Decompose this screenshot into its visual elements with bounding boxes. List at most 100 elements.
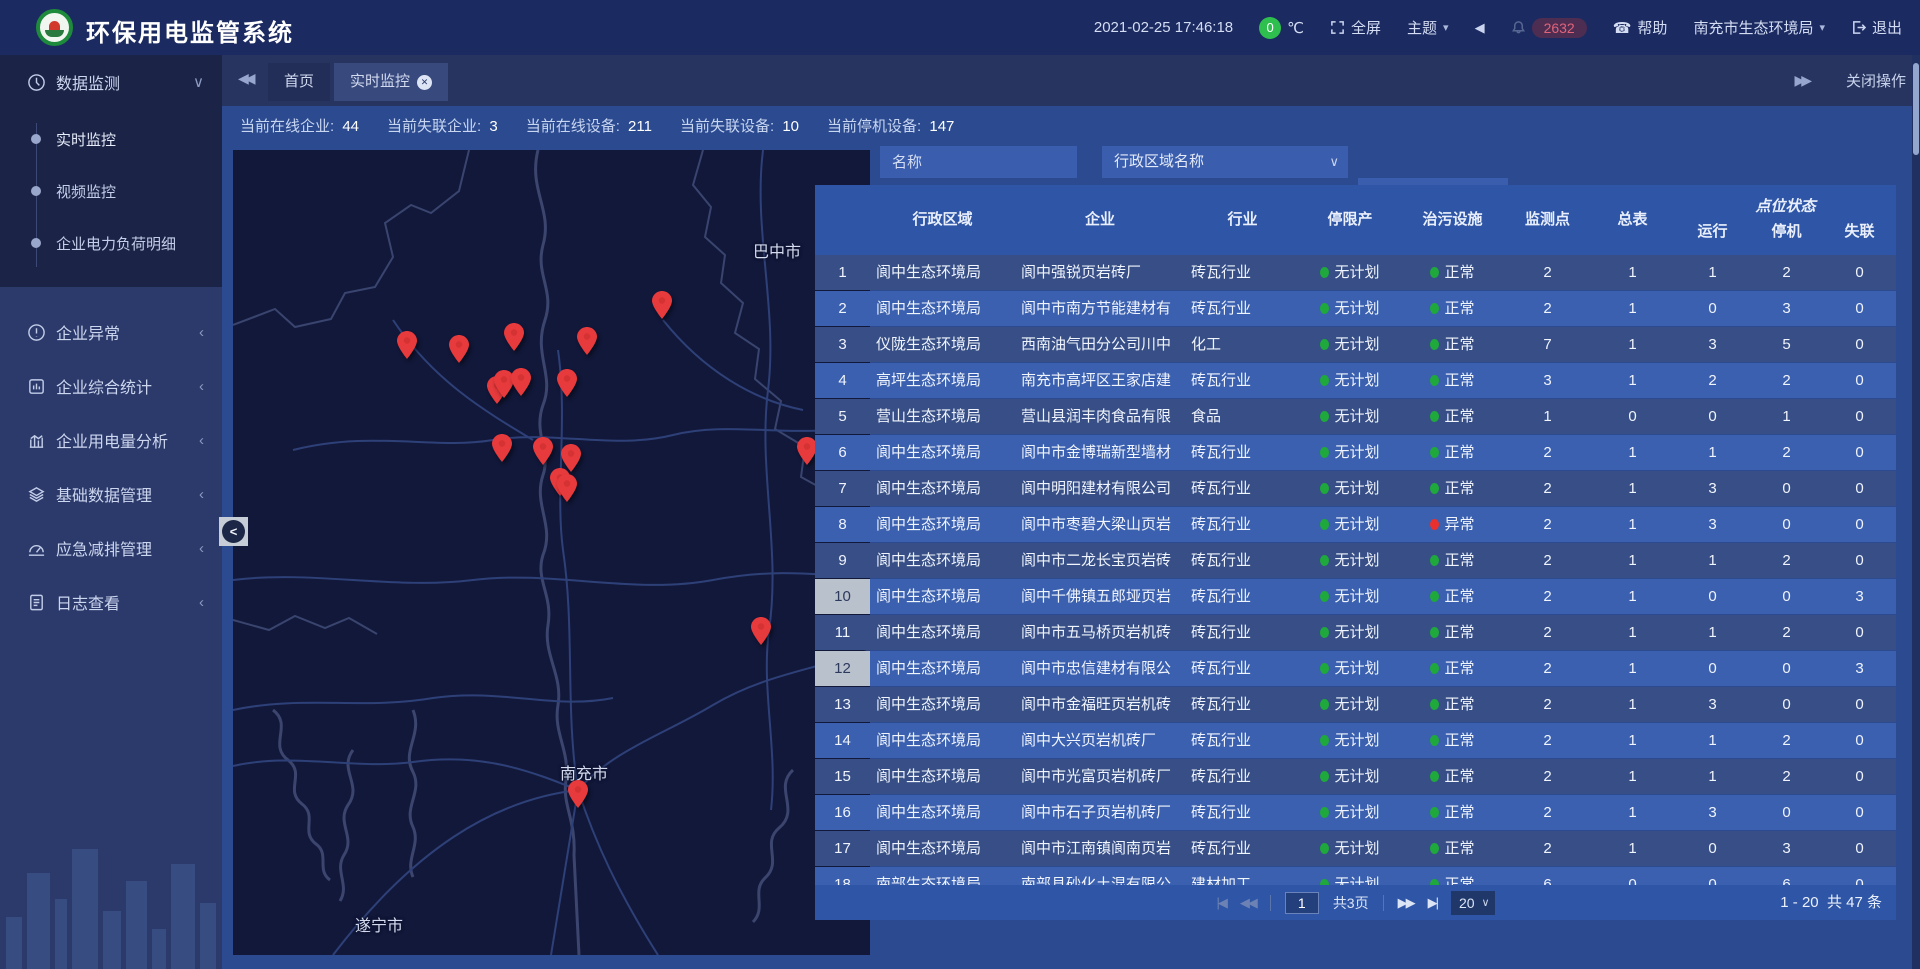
chevron-left-icon: ‹ — [199, 432, 204, 449]
logout-button[interactable]: 退出 — [1851, 17, 1902, 38]
cell-company: 营山县润丰肉食品有限 — [1015, 399, 1185, 434]
map-pin[interactable] — [797, 437, 817, 465]
scrollbar-thumb[interactable] — [1913, 63, 1919, 155]
name-search-input[interactable] — [880, 146, 1077, 178]
tab-realtime-monitor[interactable]: 实时监控 ✕ — [334, 63, 448, 101]
map-panel[interactable]: 巴中市南充市遂宁市 — [233, 150, 870, 955]
sidebar-item-emergency-reduce[interactable]: 应急减排管理 ‹ — [0, 521, 222, 575]
table-row[interactable]: 16阆中生态环境局阆中市石子页岩机砖厂砖瓦行业无计划正常21300 — [815, 795, 1896, 830]
close-operations-button[interactable]: 关闭操作 — [1846, 70, 1906, 91]
map-pin[interactable] — [397, 331, 417, 359]
region-select[interactable]: 行政区域名称∨ — [1102, 146, 1348, 178]
table-row[interactable]: 5营山生态环境局营山县润丰肉食品有限食品无计划正常10010 — [815, 399, 1896, 434]
table-row[interactable]: 9阆中生态环境局阆中市二龙长宝页岩砖砖瓦行业无计划正常21120 — [815, 543, 1896, 578]
tabs-scroll-right-icon[interactable]: ▶▶ — [1794, 72, 1808, 89]
first-page-button[interactable]: |◀ — [1216, 895, 1225, 911]
cell-run: 3 — [1675, 687, 1750, 722]
logout-icon — [1851, 20, 1866, 35]
map-collapse-button[interactable]: < — [219, 517, 248, 546]
status-dot-green — [1320, 375, 1329, 386]
cell-industry: 砖瓦行业 — [1185, 543, 1300, 578]
speaker-button[interactable]: ◀ — [1475, 20, 1485, 36]
cell-company: 阆中市石子页岩机砖厂 — [1015, 795, 1185, 830]
status-dot-green — [1430, 303, 1439, 314]
cell-lost: 0 — [1823, 435, 1896, 470]
cell-facility-status: 正常 — [1400, 795, 1505, 830]
map-pin[interactable] — [751, 617, 771, 645]
sidebar-item-video-monitor[interactable]: 视频监控 — [0, 165, 222, 217]
prev-page-button[interactable]: ◀◀ — [1240, 895, 1256, 911]
help-button[interactable]: ☎ 帮助 — [1613, 17, 1668, 38]
table-row[interactable]: 12阆中生态环境局阆中市忠信建材有限公砖瓦行业无计划正常21003 — [815, 651, 1896, 686]
fullscreen-button[interactable]: 全屏 — [1330, 17, 1381, 38]
cell-lost: 0 — [1823, 615, 1896, 650]
cell-limit-status: 无计划 — [1300, 471, 1400, 506]
table-panel: 行政区域 企业 行业 停限产 治污设施 监测点 总表 点位状态 运行 停机 失联… — [815, 185, 1896, 920]
cell-facility-status: 正常 — [1400, 471, 1505, 506]
page-number-input[interactable] — [1285, 892, 1319, 914]
table-row[interactable]: 1阆中生态环境局阆中强锐页岩砖厂砖瓦行业无计划正常21120 — [815, 255, 1896, 290]
tab-bar: ◀◀ 首页 实时监控 ✕ ▶▶ 关闭操作 — [222, 55, 1920, 106]
map-pin[interactable] — [568, 780, 588, 808]
theme-button[interactable]: 主题▾ — [1407, 17, 1449, 38]
table-row[interactable]: 11阆中生态环境局阆中市五马桥页岩机砖砖瓦行业无计划正常21120 — [815, 615, 1896, 650]
map-pin[interactable] — [511, 368, 531, 396]
next-page-button[interactable]: ▶▶ — [1398, 895, 1414, 911]
sidebar-item-realtime-monitor[interactable]: 实时监控 — [0, 113, 222, 165]
cell-stop: 0 — [1750, 471, 1823, 506]
header-company: 企业 — [1015, 185, 1185, 255]
map-pin[interactable] — [533, 437, 553, 465]
table-row[interactable]: 6阆中生态环境局阆中市金博瑞新型墙材砖瓦行业无计划正常21120 — [815, 435, 1896, 470]
sidebar-item-power-analysis[interactable]: 企业用电量分析 ‹ — [0, 413, 222, 467]
status-dot-green — [1320, 447, 1329, 458]
page-size-select[interactable]: 20∨ — [1451, 891, 1495, 915]
chevron-left-icon: ‹ — [199, 486, 204, 503]
header-industry: 行业 — [1185, 185, 1300, 255]
org-dropdown[interactable]: 南充市生态环境局▾ — [1693, 17, 1825, 38]
cell-index: 13 — [815, 687, 870, 722]
last-page-button[interactable]: ▶| — [1428, 895, 1437, 911]
page-scrollbar[interactable] — [1912, 55, 1920, 969]
sidebar-item-enterprise-statistics[interactable]: 企业综合统计 ‹ — [0, 359, 222, 413]
cell-stop: 2 — [1750, 363, 1823, 398]
notification-badge[interactable]: 2632 — [1511, 18, 1587, 38]
sidebar-item-log-view[interactable]: 日志查看 ‹ — [0, 575, 222, 629]
sidebar-item-base-data[interactable]: 基础数据管理 ‹ — [0, 467, 222, 521]
map-pin[interactable] — [557, 474, 577, 502]
table-row[interactable]: 14阆中生态环境局阆中大兴页岩机砖厂砖瓦行业无计划正常21120 — [815, 723, 1896, 758]
table-row[interactable]: 3仪陇生态环境局西南油气田分公司川中化工无计划正常71350 — [815, 327, 1896, 362]
header-point-status: 点位状态 — [1675, 185, 1896, 219]
cell-lost: 3 — [1823, 579, 1896, 614]
map-pin[interactable] — [449, 335, 469, 363]
cell-region: 阆中生态环境局 — [870, 615, 1015, 650]
cell-region: 阆中生态环境局 — [870, 651, 1015, 686]
sidebar-item-enterprise-abnormal[interactable]: 企业异常 ‹ — [0, 305, 222, 359]
tabs-scroll-left-icon[interactable]: ◀◀ — [238, 70, 252, 87]
status-dot-green — [1430, 663, 1439, 674]
cell-company: 阆中市枣碧大梁山页岩 — [1015, 507, 1185, 542]
sidebar-item-power-load-detail[interactable]: 企业电力负荷明细 — [0, 217, 222, 269]
table-row[interactable]: 4高坪生态环境局南充市高坪区王家店建砖瓦行业无计划正常31220 — [815, 363, 1896, 398]
tab-close-icon[interactable]: ✕ — [417, 75, 432, 90]
table-row[interactable]: 2阆中生态环境局阆中市南方节能建材有砖瓦行业无计划正常21030 — [815, 291, 1896, 326]
map-roads — [233, 150, 870, 955]
sidebar-item-data-monitor[interactable]: 数据监测 ∨ — [0, 55, 222, 109]
map-pin[interactable] — [557, 369, 577, 397]
table-row[interactable]: 18南部生态环境局南部县砂化土混有限公建材加工无计划正常60060 — [815, 867, 1896, 885]
table-row[interactable]: 10阆中生态环境局阆中千佛镇五郎垭页岩砖瓦行业无计划正常21003 — [815, 579, 1896, 614]
table-row[interactable]: 15阆中生态环境局阆中市光富页岩机砖厂砖瓦行业无计划正常21120 — [815, 759, 1896, 794]
table-row[interactable]: 17阆中生态环境局阆中市江南镇阆南页岩砖瓦行业无计划正常21030 — [815, 831, 1896, 866]
status-dot-green — [1430, 699, 1439, 710]
table-row[interactable]: 7阆中生态环境局阆中明阳建材有限公司砖瓦行业无计划正常21300 — [815, 471, 1896, 506]
map-pin[interactable] — [504, 323, 524, 351]
map-pin[interactable] — [652, 291, 672, 319]
header-points: 监测点 — [1505, 185, 1590, 255]
cell-index: 14 — [815, 723, 870, 758]
cell-industry: 砖瓦行业 — [1185, 363, 1300, 398]
map-pin[interactable] — [577, 327, 597, 355]
map-pin[interactable] — [492, 434, 512, 462]
tab-home[interactable]: 首页 — [268, 63, 330, 101]
table-row[interactable]: 8阆中生态环境局阆中市枣碧大梁山页岩砖瓦行业无计划异常21300 — [815, 507, 1896, 542]
cell-meters: 1 — [1590, 795, 1675, 830]
table-row[interactable]: 13阆中生态环境局阆中市金福旺页岩机砖砖瓦行业无计划正常21300 — [815, 687, 1896, 722]
